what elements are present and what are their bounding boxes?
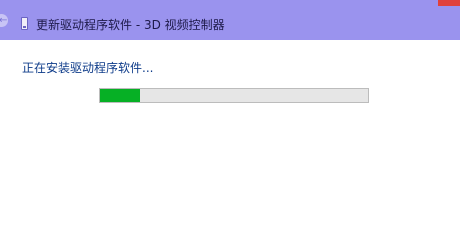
- back-button[interactable]: ←: [0, 14, 10, 27]
- install-status-text: 正在安装驱动程序软件...: [22, 61, 154, 75]
- progress-bar-fill: [100, 89, 141, 102]
- progress-bar: [99, 88, 369, 103]
- title-bar: ← 更新驱动程序软件 - 3D 视频控制器: [0, 0, 460, 40]
- back-arrow-icon: ←: [0, 15, 8, 26]
- device-icon: [21, 17, 28, 30]
- window-title: 更新驱动程序软件 - 3D 视频控制器: [36, 18, 225, 32]
- close-button[interactable]: [438, 0, 460, 6]
